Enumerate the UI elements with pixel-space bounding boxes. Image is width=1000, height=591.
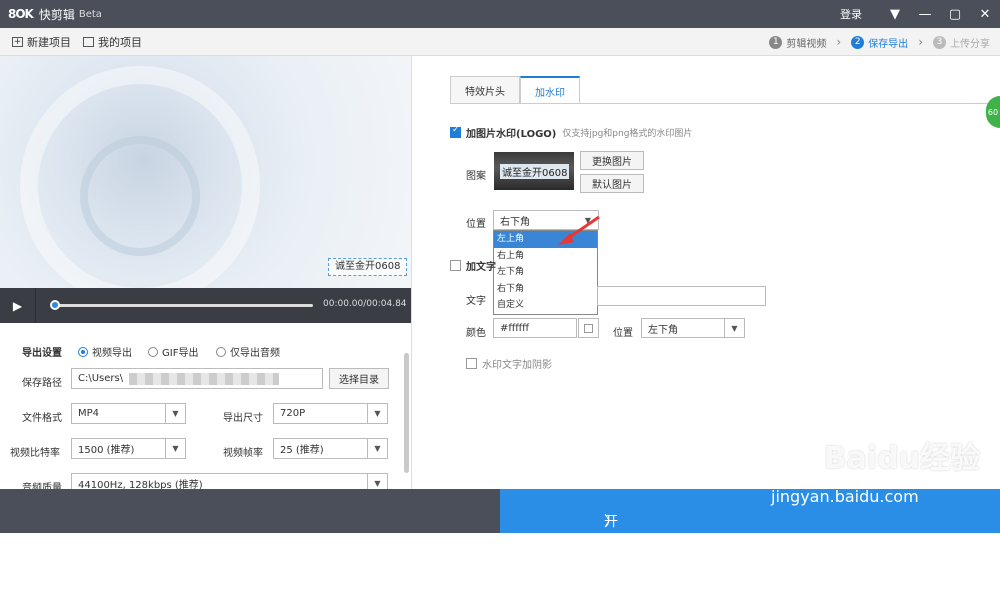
pattern-label: 图案	[466, 171, 486, 182]
new-project-button[interactable]: + 新建项目	[12, 34, 71, 50]
color-swatch[interactable]	[578, 318, 599, 338]
audio-label: 音频质量	[22, 483, 62, 489]
mode-audio[interactable]: 仅导出音频	[216, 344, 280, 359]
new-project-label: 新建项目	[27, 35, 71, 49]
bitrate-select[interactable]: 1500 (推荐) ▼	[71, 438, 186, 459]
chevron-down-icon: ▼	[367, 439, 387, 458]
corner-badge[interactable]: 60	[986, 96, 1000, 128]
logo-mark: 8OK	[8, 7, 34, 21]
toolbar: + 新建项目 我的项目 1 剪辑视频 › 2 保存导出 › 3 上传分享	[0, 28, 1000, 56]
image-watermark-checkbox[interactable]: 加图片水印(LOGO) 仅支持jpg和png格式的水印图片	[450, 125, 692, 140]
player-controls: ▶ 00:00.00/00:04.84	[0, 288, 411, 323]
mode-video[interactable]: 视频导出	[78, 344, 132, 359]
step-export[interactable]: 2 保存导出	[851, 35, 908, 50]
chevron-down-icon: ▼	[367, 474, 387, 489]
export-heading: 导出设置	[22, 348, 62, 359]
save-path-label: 保存路径	[22, 378, 62, 389]
choose-dir-button[interactable]: 选择目录	[329, 368, 389, 389]
shadow-checkbox[interactable]: 水印文字加阴影	[466, 356, 552, 371]
menu-icon[interactable]: ▼	[880, 0, 910, 28]
export-settings: 导出设置 视频导出 GIF导出 仅导出音频 保存路径 C:\Users\ 选择目…	[0, 323, 411, 489]
minimize-icon[interactable]: —	[910, 0, 940, 28]
text-position-select[interactable]: 左下角 ▼	[641, 318, 745, 338]
position-label: 位置	[466, 219, 486, 230]
bitrate-label: 视频比特率	[10, 448, 60, 459]
text-watermark-checkbox[interactable]: 加文字	[450, 258, 496, 273]
color-input[interactable]: #ffffff	[493, 318, 577, 338]
color-label: 颜色	[466, 328, 486, 339]
save-path-input[interactable]: C:\Users\	[71, 368, 323, 389]
baidu-brand-watermark: Baidu经验	[823, 441, 980, 476]
video-preview[interactable]: 诚至金开0608	[0, 56, 411, 288]
app-logo: 8OK 快剪辑 Beta	[8, 6, 102, 23]
size-select[interactable]: 720P ▼	[273, 403, 388, 424]
time-display: 00:00.00/00:04.84	[323, 299, 407, 309]
text-input[interactable]	[597, 286, 766, 306]
progress-track[interactable]	[51, 304, 313, 307]
chevron-down-icon: ▼	[724, 319, 744, 337]
checkbox-icon	[450, 125, 461, 138]
format-label: 文件格式	[22, 413, 62, 424]
close-icon[interactable]: ✕	[970, 0, 1000, 28]
option-bottom-right[interactable]: 右下角	[494, 281, 597, 298]
beta-badge: Beta	[78, 8, 102, 20]
audio-select[interactable]: 44100Hz, 128kbps (推荐) ▼	[71, 473, 388, 489]
settings-scrollbar[interactable]	[404, 353, 409, 473]
annotation-arrow-icon	[558, 215, 600, 245]
change-image-button[interactable]: 更换图片	[580, 151, 644, 170]
tab-watermark[interactable]: 加水印	[520, 76, 580, 104]
step-share: 3 上传分享	[933, 35, 990, 50]
checkbox-icon	[450, 260, 461, 271]
radio-icon	[216, 346, 226, 357]
radio-icon	[148, 346, 158, 357]
option-bottom-left[interactable]: 左下角	[494, 264, 597, 281]
step-progress: 1 剪辑视频 › 2 保存导出 › 3 上传分享	[769, 28, 990, 56]
checkbox-icon	[466, 358, 477, 369]
my-projects-button[interactable]: 我的项目	[83, 34, 142, 50]
fps-select[interactable]: 25 (推荐) ▼	[273, 438, 388, 459]
my-projects-label: 我的项目	[98, 35, 142, 49]
tab-intro-effects[interactable]: 特效片头	[450, 76, 520, 104]
mode-gif[interactable]: GIF导出	[148, 344, 198, 359]
default-image-button[interactable]: 默认图片	[580, 174, 644, 193]
chevron-right-icon: 〉	[604, 514, 618, 530]
login-link[interactable]: 登录	[840, 6, 862, 22]
app-title: 快剪辑	[38, 7, 75, 22]
watermark-panel: 特效片头 加水印 加图片水印(LOGO) 仅支持jpg和png格式的水印图片 图…	[411, 56, 1000, 489]
start-export-button[interactable]: 开始导出 〉	[500, 489, 1000, 590]
folder-icon	[83, 36, 94, 47]
back-to-edit-button[interactable]: 〈 剪辑视频	[0, 489, 794, 590]
size-label: 导出尺寸	[223, 413, 263, 424]
maximize-icon[interactable]: ▢	[940, 0, 970, 28]
text-position-label: 位置	[613, 328, 633, 339]
format-select[interactable]: MP4 ▼	[71, 403, 186, 424]
chevron-down-icon: ▼	[367, 404, 387, 423]
progress-knob[interactable]	[50, 300, 60, 310]
fps-label: 视频帧率	[223, 448, 263, 459]
image-hint: 仅支持jpg和png格式的水印图片	[562, 129, 693, 139]
chevron-right-icon: ›	[836, 35, 842, 49]
plus-icon: +	[12, 36, 23, 47]
baidu-url-watermark: jingyan.baidu.com	[771, 487, 919, 506]
play-icon[interactable]: ▶	[0, 288, 36, 323]
option-custom[interactable]: 自定义	[494, 297, 597, 314]
chevron-down-icon: ▼	[165, 404, 185, 423]
watermark-preview[interactable]: 诚至金开0608	[328, 258, 408, 276]
logo-image-preview: 诚至金开0608	[494, 152, 574, 190]
text-label: 文字	[466, 296, 486, 307]
radio-icon	[78, 346, 88, 357]
title-bar: 8OK 快剪辑 Beta 登录 ▼ — ▢ ✕	[0, 0, 1000, 28]
chevron-down-icon: ▼	[165, 439, 185, 458]
chevron-right-icon: ›	[918, 35, 923, 49]
step-edit[interactable]: 1 剪辑视频	[769, 35, 826, 50]
